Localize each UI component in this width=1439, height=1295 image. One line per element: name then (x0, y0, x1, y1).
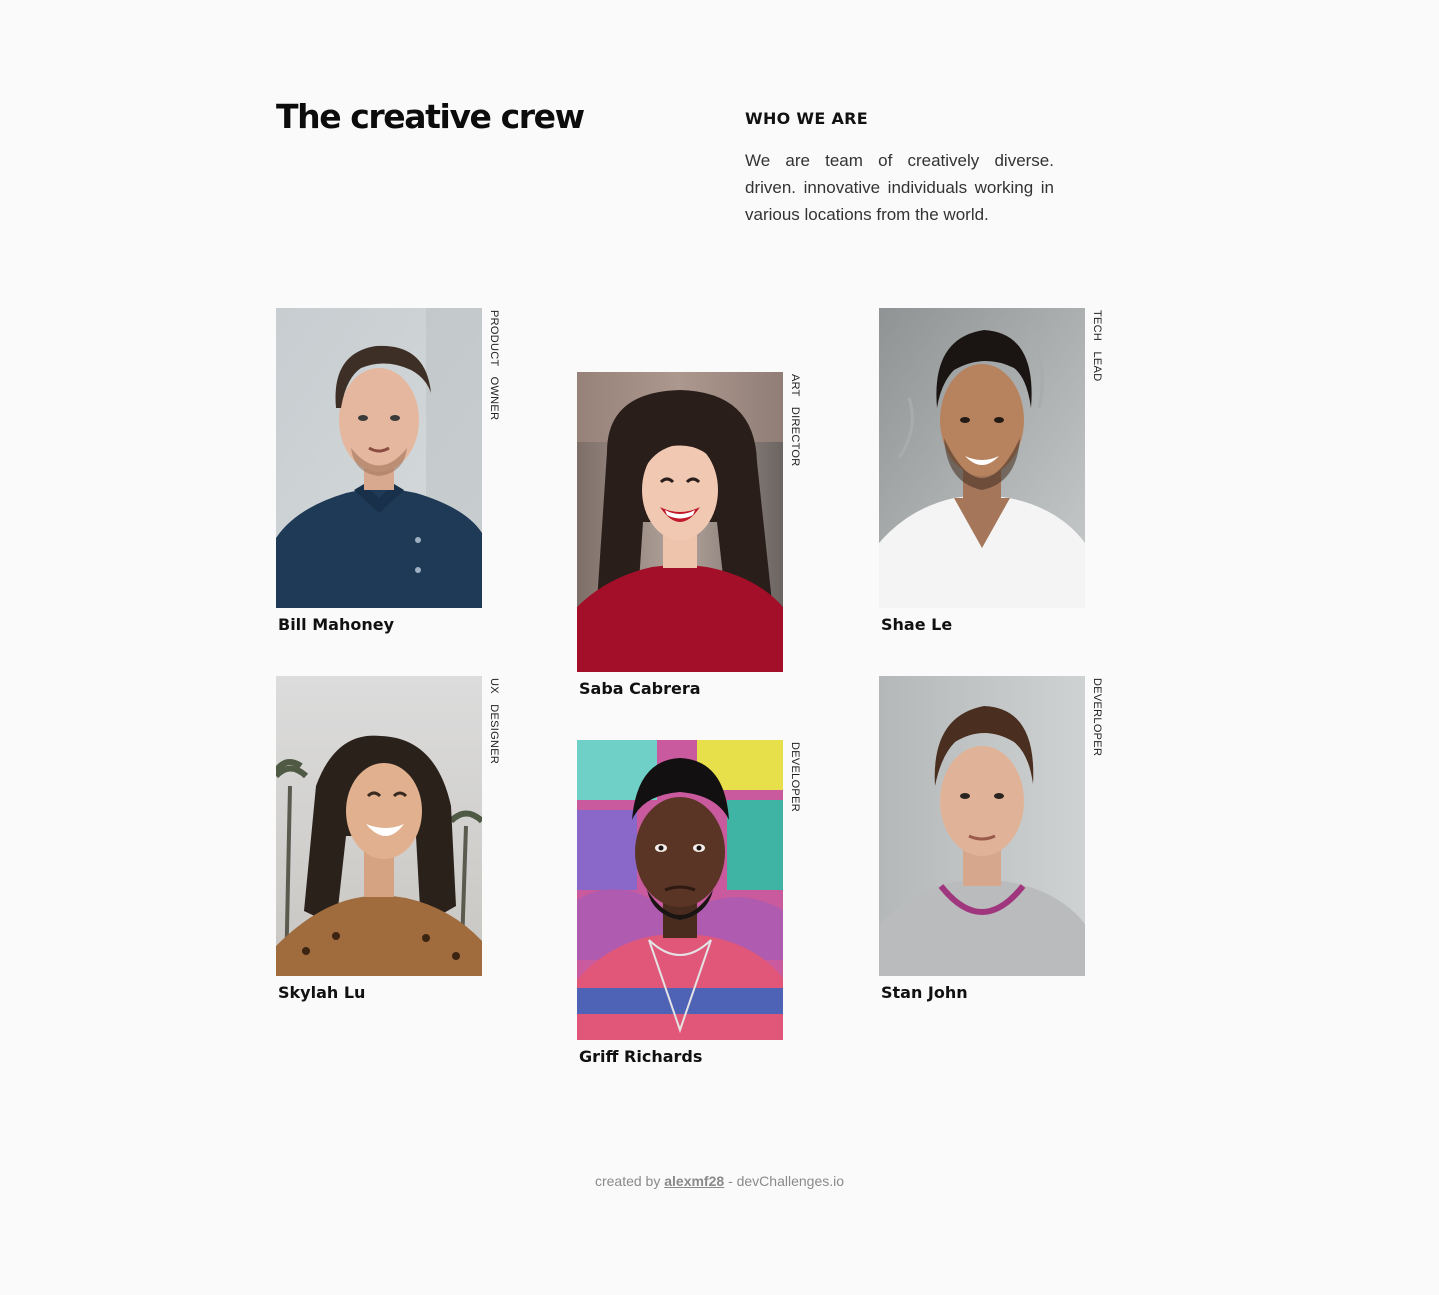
member-name: Bill Mahoney (278, 615, 394, 634)
who-we-are-text: We are team of creatively diverse. drive… (745, 151, 1054, 224)
footer-suffix: - devChallenges.io (728, 1173, 845, 1189)
photo-saba-cabrera (577, 372, 783, 672)
member-name: Griff Richards (579, 1047, 703, 1066)
photo-skylah-lu (276, 676, 482, 976)
member-photo (276, 308, 482, 608)
member-role: DEVERLOPER (1091, 678, 1103, 757)
member-name: Skylah Lu (278, 983, 366, 1002)
footer-prefix: created by (594, 1173, 661, 1189)
member-photo (276, 676, 482, 976)
member-name: Saba Cabrera (579, 679, 701, 698)
member-role: UX DESIGNER (488, 678, 500, 765)
author-link[interactable]: alexmf28 (664, 1173, 724, 1189)
photo-griff-richards (577, 740, 783, 1040)
member-photo (577, 372, 783, 672)
member-photo (879, 308, 1085, 608)
who-we-are-heading: WHO WE ARE (745, 109, 868, 128)
member-role: ART DIRECTOR (789, 374, 801, 467)
member-name: Shae Le (881, 615, 953, 634)
footer: created by alexmf28 - devChallenges.io (0, 1171, 1439, 1191)
page-title: The creative crew (276, 97, 585, 136)
photo-bill-mahoney (276, 308, 482, 608)
member-photo (879, 676, 1085, 976)
member-role: TECH LEAD (1091, 310, 1103, 382)
photo-stan-john (879, 676, 1085, 976)
member-role: PRODUCT OWNER (488, 310, 500, 421)
member-photo (577, 740, 783, 1040)
photo-shae-le (879, 308, 1085, 608)
member-name: Stan John (881, 983, 968, 1002)
member-role: DEVELOPER (789, 742, 801, 812)
